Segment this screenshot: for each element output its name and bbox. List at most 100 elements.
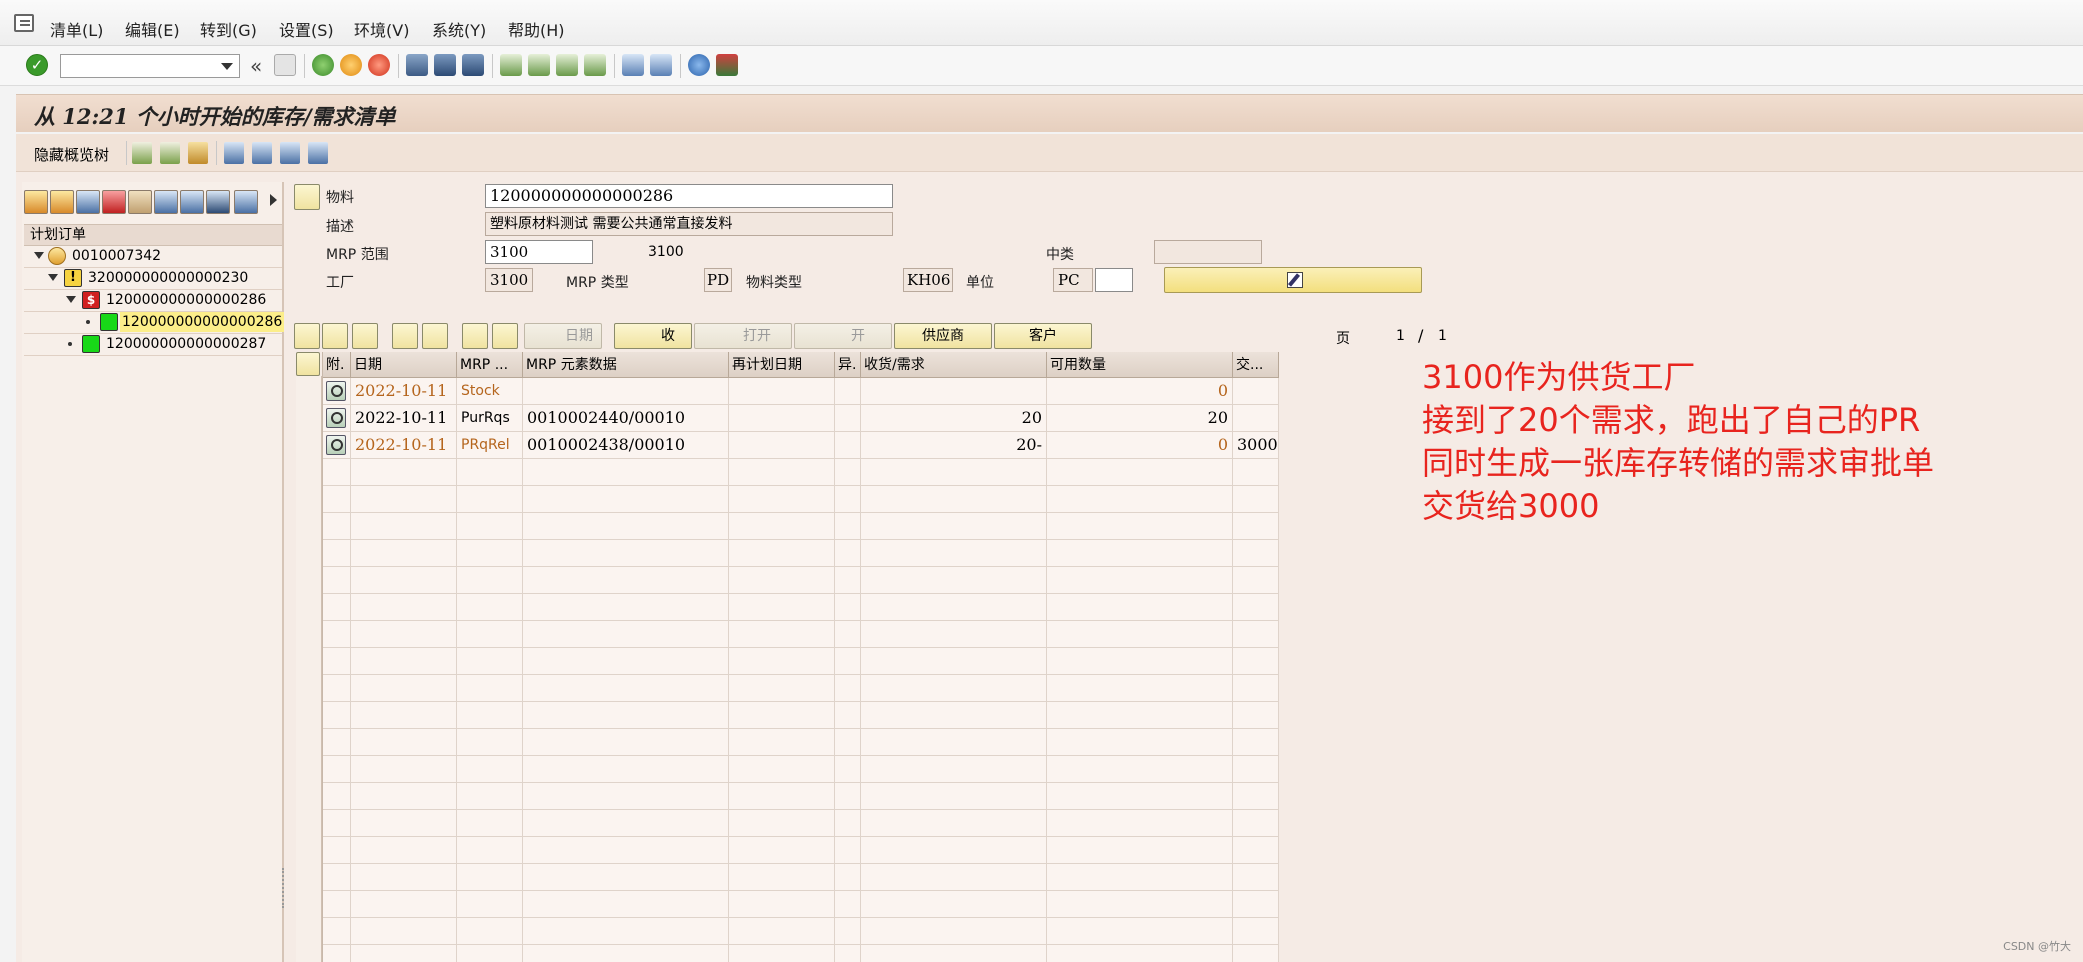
tree-collapse-icon[interactable] [24,190,48,214]
splitter-handle[interactable] [282,868,286,908]
col-attach[interactable]: 附. [323,352,351,378]
find-next-icon[interactable] [462,54,484,76]
tree-settings-icon[interactable] [128,190,152,214]
expand-arrow-icon[interactable] [66,296,76,303]
back-icon[interactable] [312,54,334,76]
col-exception[interactable]: 异. [835,352,861,378]
empty-cell [861,702,1047,729]
exit-icon[interactable] [340,54,362,76]
separator [492,54,493,78]
cancel-icon[interactable] [368,54,390,76]
command-field[interactable] [60,54,240,78]
header-toggle-icon[interactable] [294,184,320,210]
new-session-icon[interactable] [622,54,644,76]
last-page-icon[interactable] [584,54,606,76]
detail-view-icon[interactable] [326,408,346,428]
mrp-area-field[interactable]: 3100 [485,240,593,264]
detail-cell [323,378,351,405]
totals-icon[interactable] [294,323,320,349]
print-icon[interactable] [406,54,428,76]
col-date[interactable]: 日期 [351,352,457,378]
tree-print-icon[interactable] [234,190,258,214]
menu-help[interactable]: 帮助(H) [508,17,565,41]
filter-icon[interactable] [252,142,272,164]
menu-system[interactable]: 系统(Y) [432,17,486,41]
tree-node-3-selected[interactable]: 120000000000000286 [84,312,285,332]
layout-menu-icon[interactable] [716,54,738,76]
date-button[interactable]: 日期 [524,323,602,349]
col-receipt-req[interactable]: 收货/需求 [861,352,1047,378]
table-row [323,783,1279,810]
material-field[interactable]: 120000000000000286 [485,184,893,208]
select-icon[interactable] [280,142,300,164]
detail-view-icon[interactable] [326,435,346,455]
table-row[interactable]: 2022-10-11 PurRqs 0010002440/00010 20 20 [323,405,1279,432]
expand-arrow-icon[interactable] [48,274,58,281]
tree-find-icon[interactable] [206,190,230,214]
tree-node-0[interactable]: 0010007342 [34,246,284,266]
tree-node-2[interactable]: $ 120000000000000286 [66,290,284,310]
hierarchy-icon[interactable] [322,323,348,349]
edit-row-icon[interactable] [352,323,378,349]
detail-view-icon[interactable] [326,381,346,401]
refresh-icon[interactable] [224,142,244,164]
expand-arrow-icon[interactable] [34,252,44,259]
previous-page-icon[interactable] [528,54,550,76]
expand-all-icon[interactable] [392,323,418,349]
receipt-button[interactable]: 收 [614,323,692,349]
tree-down-icon[interactable] [154,190,178,214]
dropdown-arrow-icon[interactable] [221,63,233,70]
hide-tree-button[interactable]: 隐藏概览树 [34,144,109,165]
empty-cell [861,945,1047,962]
col-mrp[interactable]: MRP ... [457,352,523,378]
user-settings-icon[interactable] [188,142,208,164]
print-list-icon[interactable] [308,142,328,164]
menu-goto[interactable]: 转到(G) [200,17,257,41]
next-material-icon[interactable] [160,142,180,164]
menu-environment[interactable]: 环境(V) [354,17,409,41]
more-arrow-icon[interactable] [270,194,277,206]
menu-list[interactable]: 清单(L) [50,17,103,41]
menu-edit[interactable]: 编辑(E) [125,17,180,41]
shortcut-icon[interactable] [650,54,672,76]
collapse-all-icon[interactable] [422,323,448,349]
previous-material-icon[interactable] [132,142,152,164]
first-page-icon[interactable] [500,54,522,76]
tree-refresh-icon[interactable] [76,190,100,214]
menu-icon[interactable] [14,14,34,32]
tree-node-1[interactable]: ! 320000000000000230 [48,268,284,288]
empty-cell [457,459,523,486]
col-delivery[interactable]: 交... [1233,352,1279,378]
find-icon[interactable] [434,54,456,76]
empty-cell [1233,648,1279,675]
help-icon[interactable] [688,54,710,76]
empty-cell [1047,783,1233,810]
tree-exception-icon[interactable] [102,190,126,214]
next-page-icon[interactable] [556,54,578,76]
customer-button[interactable]: 客户 [994,323,1092,349]
vendor-button[interactable]: 供应商 [894,323,992,349]
empty-cell [351,810,457,837]
col-element-data[interactable]: MRP 元素数据 [523,352,729,378]
table-row[interactable]: 2022-10-11 Stock 0 [323,378,1279,405]
table-row[interactable]: 2022-10-11 PRqRel 0010002438/00010 20- 0 3000 [323,432,1279,459]
edit-button[interactable] [1164,267,1422,293]
empty-cell [1047,864,1233,891]
enter-check-icon[interactable]: ✓ [26,54,48,76]
menu-settings[interactable]: 设置(S) [279,17,334,41]
collapse-icon[interactable]: « [250,54,262,78]
empty-cell [323,459,351,486]
tree-up-icon[interactable] [180,190,204,214]
sort-descending-icon[interactable] [462,323,488,349]
save-icon[interactable] [274,54,296,76]
layout-icon[interactable] [296,352,320,376]
tree-node-4[interactable]: 120000000000000287 [66,334,284,354]
sort-ascending-icon[interactable] [492,323,518,349]
empty-cell [835,648,861,675]
tree-expand-icon[interactable] [50,190,74,214]
unit-extra-field[interactable] [1095,268,1133,292]
open2-button[interactable]: 开 [794,323,892,349]
open-button[interactable]: 打开 [694,323,792,349]
col-replan-date[interactable]: 再计划日期 [729,352,835,378]
col-available[interactable]: 可用数量 [1047,352,1233,378]
